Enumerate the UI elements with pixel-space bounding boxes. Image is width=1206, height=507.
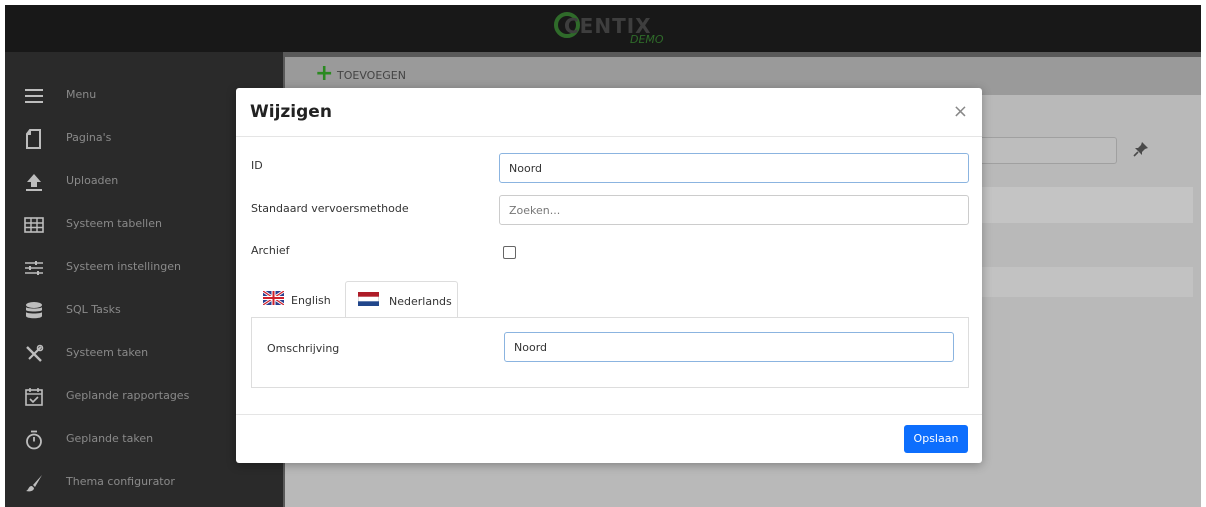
sidebar-item-theme-configurator[interactable]: Thema configurator	[5, 462, 283, 505]
brush-icon	[23, 472, 45, 494]
sidebar-item-label: Menu	[66, 88, 97, 101]
sidebar-item-label: Uploaden	[66, 174, 119, 187]
tools-icon	[23, 343, 45, 365]
sidebar-item-label: Geplande rapportages	[66, 389, 190, 402]
id-label: ID	[251, 159, 263, 172]
archive-checkbox[interactable]	[503, 246, 516, 259]
calendar-check-icon	[23, 386, 45, 408]
background-row	[977, 267, 1193, 297]
sidebar-item-label: Pagina's	[66, 131, 112, 144]
save-button[interactable]: Opslaan	[904, 425, 968, 453]
logo-demo-label: DEMO	[630, 33, 664, 46]
description-field[interactable]	[504, 332, 954, 362]
transport-method-label: Standaard vervoersmethode	[251, 202, 409, 215]
database-icon	[23, 300, 45, 322]
upload-icon	[23, 171, 45, 193]
stopwatch-icon	[23, 429, 45, 451]
dialog-footer: Opslaan	[236, 414, 982, 464]
background-row	[977, 187, 1193, 223]
pin-icon[interactable]	[1133, 141, 1149, 161]
plus-icon: +	[315, 61, 334, 86]
sidebar-item-label: Geplande taken	[66, 432, 154, 445]
sidebar-item-label: Thema configurator	[66, 475, 175, 488]
background-search-field[interactable]	[977, 137, 1117, 164]
dialog-title: Wijzigen	[250, 102, 332, 122]
tab-panel-nederlands: Omschrijving	[251, 317, 969, 388]
sliders-icon	[23, 257, 45, 279]
add-button-label: TOEVOEGEN	[337, 69, 406, 82]
table-icon	[23, 214, 45, 236]
nl-flag-icon	[357, 291, 380, 307]
close-icon[interactable]: ×	[953, 101, 968, 122]
centix-logo: CENTIX DEMO	[554, 10, 684, 48]
tab-english[interactable]: English	[251, 281, 345, 318]
sidebar-item-label: SQL Tasks	[66, 303, 121, 316]
tab-nederlands-label: Nederlands	[389, 295, 452, 308]
transport-method-search-input[interactable]	[499, 195, 969, 225]
language-tabs: English Nederlands	[251, 281, 969, 318]
description-label: Omschrijving	[267, 342, 340, 355]
top-bar: CENTIX DEMO	[5, 5, 1201, 52]
tab-nederlands[interactable]: Nederlands	[345, 281, 458, 318]
uk-flag-icon	[262, 289, 285, 307]
dialog-header: Wijzigen ×	[236, 88, 982, 137]
sidebar-item-label: Systeem tabellen	[66, 217, 162, 230]
page-icon	[23, 128, 45, 150]
sidebar-item-label: Systeem taken	[66, 346, 149, 359]
sidebar-item-label: Systeem instellingen	[66, 260, 181, 273]
hamburger-icon	[23, 85, 45, 107]
edit-dialog: Wijzigen × ID Standaard vervoersmethode …	[236, 88, 982, 463]
id-field[interactable]	[499, 153, 969, 183]
archive-label: Archief	[251, 244, 290, 257]
tab-english-label: English	[291, 294, 331, 307]
